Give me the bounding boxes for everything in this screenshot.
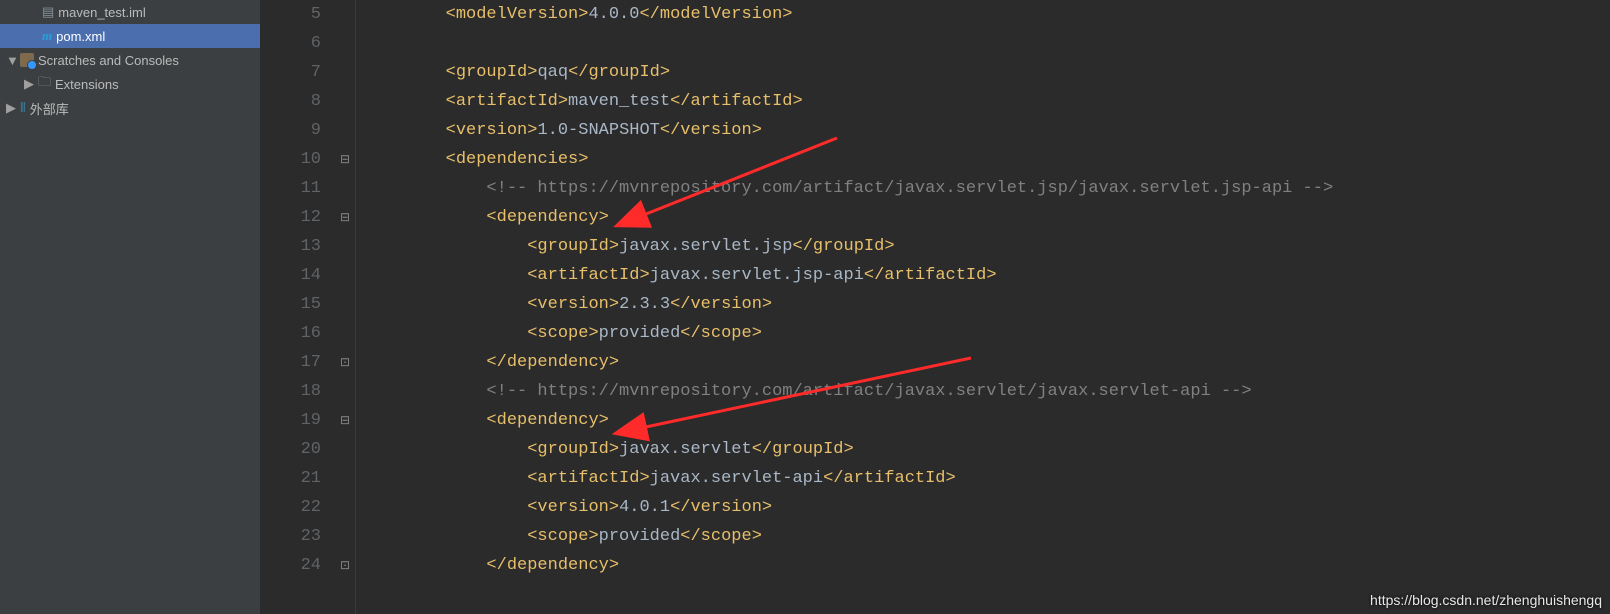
code-line[interactable]: <!-- https://mvnrepository.com/artifact/… [364, 377, 1610, 406]
file-icon: m [42, 28, 52, 44]
line-number: 20 [261, 435, 321, 464]
file-icon: ⦀ [20, 100, 26, 116]
fold-expand-icon[interactable]: ⊡ [338, 356, 352, 370]
line-number: 7 [261, 58, 321, 87]
code-line[interactable]: <version>2.3.3</version> [364, 290, 1610, 319]
line-number: 5 [261, 0, 321, 29]
line-number: 19 [261, 406, 321, 435]
code-line[interactable]: <artifactId>maven_test</artifactId> [364, 87, 1610, 116]
expand-arrow-icon[interactable]: ▶ [24, 76, 34, 92]
fold-collapse-icon[interactable]: ⊟ [338, 211, 352, 225]
code-line[interactable]: <version>1.0-SNAPSHOT</version> [364, 116, 1610, 145]
code-line[interactable] [364, 29, 1610, 58]
line-number: 8 [261, 87, 321, 116]
sidebar-item-label: maven_test.iml [58, 5, 145, 20]
app-root: ▤ maven_test.imlm pom.xml ▼ Scratches and Co… [0, 0, 1610, 614]
sidebar-item-label: Extensions [55, 77, 119, 92]
expand-arrow-icon[interactable]: ▶ [6, 100, 16, 116]
line-number: 9 [261, 116, 321, 145]
sidebar-item-3[interactable]: ▶🗀 Extensions [0, 72, 260, 96]
sidebar-item-label: 外部库 [30, 99, 69, 118]
code-line[interactable]: <scope>provided</scope> [364, 319, 1610, 348]
line-number: 23 [261, 522, 321, 551]
code-line[interactable]: <groupId>javax.servlet</groupId> [364, 435, 1610, 464]
fold-collapse-icon[interactable]: ⊟ [338, 414, 352, 428]
line-number: 12 [261, 203, 321, 232]
code-line[interactable]: <dependency> [364, 406, 1610, 435]
line-number: 10 [261, 145, 321, 174]
code-line[interactable]: <dependencies> [364, 145, 1610, 174]
code-line[interactable]: <artifactId>javax.servlet.jsp-api</artif… [364, 261, 1610, 290]
line-number-gutter: 56789101112131415161718192021222324 [261, 0, 335, 614]
code-line[interactable]: </dependency> [364, 348, 1610, 377]
line-number: 14 [261, 261, 321, 290]
line-number: 16 [261, 319, 321, 348]
fold-collapse-icon[interactable]: ⊟ [338, 153, 352, 167]
line-number: 15 [261, 290, 321, 319]
code-line[interactable]: <groupId>javax.servlet.jsp</groupId> [364, 232, 1610, 261]
code-area[interactable]: <modelVersion>4.0.0</modelVersion> <grou… [356, 0, 1610, 614]
fold-gutter[interactable]: ⊟ ⊟ ⊡ ⊟ ⊡ [335, 0, 356, 614]
sidebar-item-1[interactable]: m pom.xml [0, 24, 260, 48]
line-number: 22 [261, 493, 321, 522]
line-number: 13 [261, 232, 321, 261]
watermark-text: https://blog.csdn.net/zhenghuishengq [1370, 592, 1602, 608]
line-number: 17 [261, 348, 321, 377]
code-line[interactable]: <artifactId>javax.servlet-api</artifactI… [364, 464, 1610, 493]
line-number: 18 [261, 377, 321, 406]
expand-arrow-icon[interactable]: ▼ [6, 53, 16, 68]
sidebar-item-0[interactable]: ▤ maven_test.iml [0, 0, 260, 24]
line-number: 21 [261, 464, 321, 493]
sidebar-item-2[interactable]: ▼ Scratches and Consoles [0, 48, 260, 72]
sidebar-item-label: pom.xml [56, 29, 105, 44]
file-icon: ▤ [42, 4, 54, 20]
code-line[interactable]: <scope>provided</scope> [364, 522, 1610, 551]
code-line[interactable]: <modelVersion>4.0.0</modelVersion> [364, 0, 1610, 29]
line-number: 11 [261, 174, 321, 203]
sidebar-item-label: Scratches and Consoles [38, 53, 179, 68]
code-line[interactable]: <version>4.0.1</version> [364, 493, 1610, 522]
project-sidebar: ▤ maven_test.imlm pom.xml ▼ Scratches and Co… [0, 0, 261, 614]
code-editor[interactable]: 56789101112131415161718192021222324 ⊟⊟⊡⊟… [261, 0, 1610, 614]
code-line[interactable]: <dependency> [364, 203, 1610, 232]
sidebar-item-4[interactable]: ▶⦀外部库 [0, 96, 260, 120]
file-icon: 🗀 [38, 73, 51, 95]
line-number: 6 [261, 29, 321, 58]
fold-expand-icon[interactable]: ⊡ [338, 559, 352, 573]
code-line[interactable]: <!-- https://mvnrepository.com/artifact/… [364, 174, 1610, 203]
code-line[interactable]: </dependency> [364, 551, 1610, 580]
line-number: 24 [261, 551, 321, 580]
code-line[interactable]: <groupId>qaq</groupId> [364, 58, 1610, 87]
file-icon [20, 53, 34, 67]
